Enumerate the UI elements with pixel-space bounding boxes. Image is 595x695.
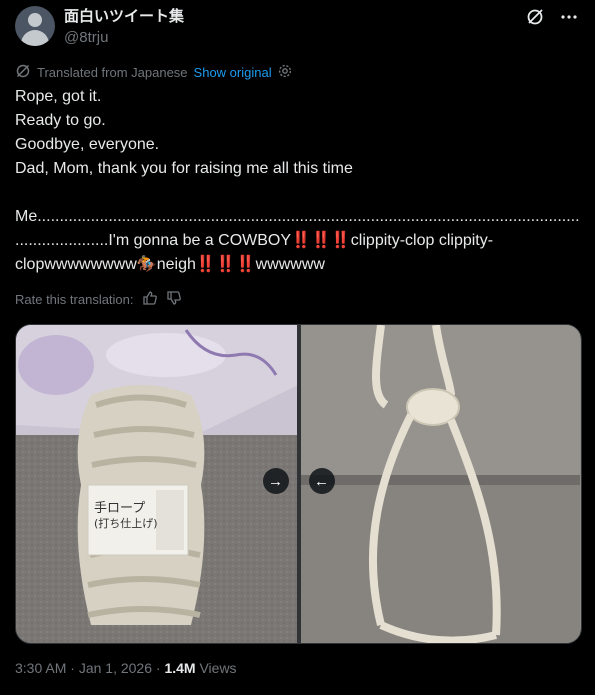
avatar-head bbox=[28, 13, 42, 27]
grok-icon[interactable] bbox=[524, 6, 546, 28]
arrow-left-icon: ← bbox=[314, 472, 329, 490]
tweet-line: .....................I'm gonna be a COWB… bbox=[15, 232, 494, 249]
next-photo-button[interactable]: → bbox=[262, 468, 289, 494]
tweet-line: Rope, got it. bbox=[15, 88, 102, 105]
more-icon[interactable] bbox=[558, 6, 580, 28]
translation-bar: Translated from Japanese Show original bbox=[15, 63, 292, 82]
views-count: 1.4M bbox=[164, 660, 196, 676]
tweet-meta: 3:30 AM · Jan 1, 2026 · 1.4M Views bbox=[15, 660, 237, 676]
package-label: 手ロープ bbox=[94, 501, 146, 516]
tweet-line: Ready to go. bbox=[15, 112, 106, 129]
tweet-date[interactable]: Jan 1, 2026 bbox=[79, 660, 152, 676]
tweet-line-blank bbox=[15, 181, 580, 205]
avatar[interactable] bbox=[15, 6, 55, 46]
thumbs-down-icon[interactable] bbox=[166, 290, 182, 309]
handle[interactable]: @8trju bbox=[64, 28, 184, 48]
author-names: 面白いツイート集 @8trju bbox=[64, 8, 184, 48]
prev-photo-button[interactable]: ← bbox=[308, 468, 335, 494]
rope-package-photo[interactable]: 手ロープ (打ち仕上げ) → bbox=[16, 325, 297, 643]
display-name[interactable]: 面白いツイート集 bbox=[64, 8, 184, 26]
tweet-header: 面白いツイート集 @8trju bbox=[15, 6, 580, 50]
translated-label: Translated from Japanese bbox=[37, 65, 188, 80]
meta-separator: · bbox=[155, 660, 161, 676]
tweet-line: Me......................................… bbox=[15, 208, 580, 225]
gear-icon[interactable] bbox=[278, 64, 292, 81]
rope-noose-photo[interactable]: ← bbox=[300, 325, 581, 643]
media-gallery: 手ロープ (打ち仕上げ) → ← bbox=[15, 324, 582, 644]
header-actions bbox=[524, 6, 580, 28]
meta-separator: · bbox=[70, 660, 75, 676]
tweet-text: Rope, got it. Ready to go. Goodbye, ever… bbox=[15, 85, 580, 277]
thumbs-up-icon[interactable] bbox=[142, 290, 158, 309]
tweet-time[interactable]: 3:30 AM bbox=[15, 660, 66, 676]
tweet-line: Goodbye, everyone. bbox=[15, 136, 160, 153]
avatar-body bbox=[21, 30, 49, 46]
rate-translation: Rate this translation: bbox=[15, 290, 182, 309]
rate-label: Rate this translation: bbox=[15, 292, 134, 307]
show-original-link[interactable]: Show original bbox=[194, 65, 272, 80]
tweet-line: clopwwwwwwww🏇neigh‼️‼️‼️wwwwww bbox=[15, 256, 325, 273]
package-sublabel: (打ち仕上げ) bbox=[94, 517, 158, 530]
tweet-line: Dad, Mom, thank you for raising me all t… bbox=[15, 160, 353, 177]
translate-icon bbox=[15, 63, 31, 82]
views-label: Views bbox=[199, 660, 237, 676]
arrow-right-icon: → bbox=[268, 472, 283, 490]
